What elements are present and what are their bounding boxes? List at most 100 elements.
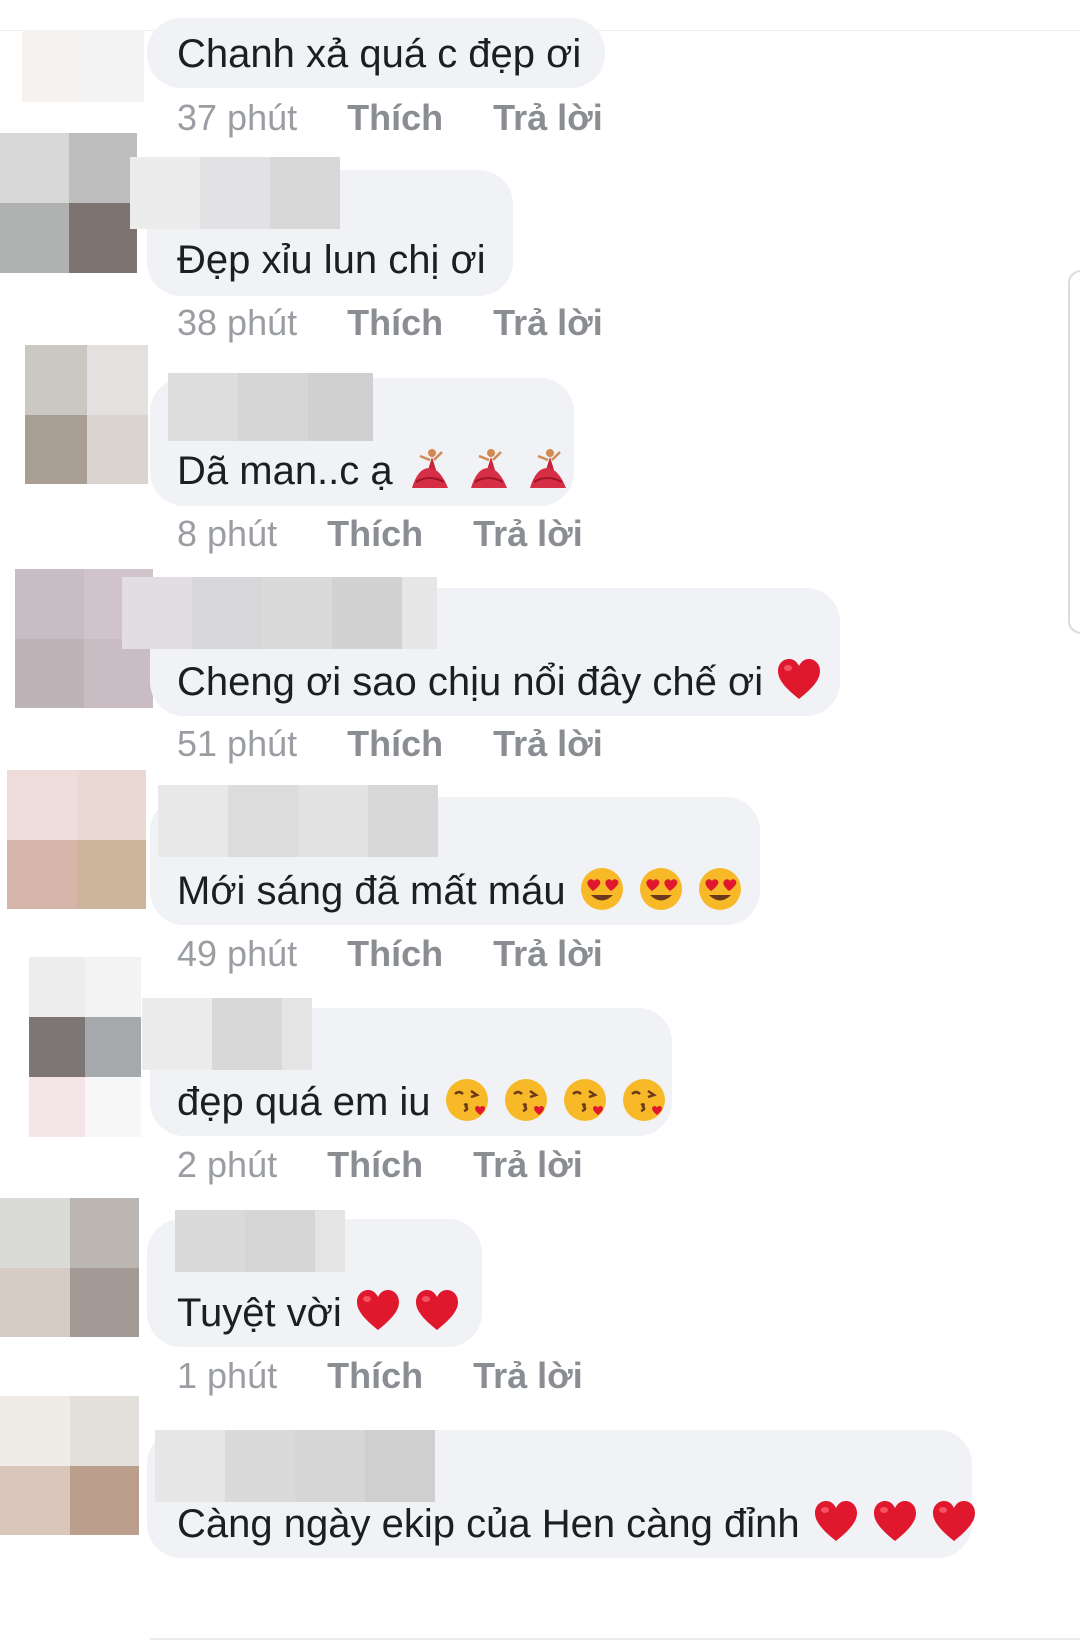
- avatar-pixel: [69, 1267, 139, 1337]
- name-pixel: [158, 785, 228, 857]
- like-button[interactable]: Thích: [347, 303, 443, 343]
- comment-time: 1 phút: [177, 1355, 278, 1396]
- avatar-pixel: [69, 1465, 139, 1535]
- author-name-blurred[interactable]: [122, 577, 437, 649]
- like-button[interactable]: Thích: [327, 514, 423, 554]
- reply-button[interactable]: Trả lời: [473, 514, 583, 554]
- heart-eyes-icon: [580, 868, 623, 910]
- author-name-blurred[interactable]: [158, 785, 438, 857]
- name-pixel: [168, 373, 238, 441]
- name-pixel: [298, 785, 368, 857]
- reply-button[interactable]: Trả lời: [473, 1145, 583, 1185]
- avatar-pixel: [0, 1465, 70, 1535]
- red-heart-icon: [778, 659, 821, 699]
- name-pixel: [192, 577, 262, 649]
- comment-actions: 38 phút Thích Trả lời: [177, 303, 603, 343]
- avatar-pixel: [0, 1198, 70, 1268]
- comment-time: 49 phút: [177, 933, 298, 974]
- name-pixel: [402, 577, 437, 649]
- reply-button[interactable]: Trả lời: [493, 934, 603, 974]
- comment-actions: 2 phút Thích Trả lời: [177, 1145, 583, 1185]
- comment-actions: 8 phút Thích Trả lời: [177, 514, 583, 554]
- red-heart-icon: [873, 1501, 916, 1541]
- name-pixel: [282, 998, 312, 1070]
- name-pixel: [262, 577, 332, 649]
- avatar[interactable]: [0, 133, 137, 273]
- avatar[interactable]: [7, 770, 146, 909]
- avatar-pixel: [7, 770, 77, 840]
- comment-actions: 51 phút Thích Trả lời: [177, 724, 603, 764]
- reply-button[interactable]: Trả lời: [473, 1356, 583, 1396]
- avatar-pixel: [85, 957, 141, 1017]
- avatar-pixel: [0, 1396, 70, 1466]
- name-pixel: [332, 577, 402, 649]
- avatar-pixel: [0, 1267, 70, 1337]
- author-name-blurred[interactable]: [175, 1210, 345, 1272]
- avatar-pixel: [69, 1396, 139, 1466]
- avatar[interactable]: [0, 1396, 139, 1535]
- kissing-heart-icon: [623, 1079, 666, 1121]
- author-name-blurred[interactable]: [142, 998, 312, 1070]
- avatar[interactable]: [25, 345, 148, 484]
- avatar-pixel: [85, 1017, 141, 1077]
- avatar-pixel: [29, 957, 85, 1017]
- red-heart-icon: [416, 1290, 459, 1330]
- avatar-pixel: [29, 1017, 85, 1077]
- comment-text: Đẹp xỉu lun chị ơi: [177, 238, 486, 282]
- reply-button[interactable]: Trả lời: [493, 303, 603, 343]
- avatar-pixel: [85, 1077, 141, 1137]
- dancer-icon: [470, 449, 507, 488]
- scroll-edge[interactable]: [1068, 270, 1080, 634]
- like-button[interactable]: Thích: [327, 1356, 423, 1396]
- author-name-blurred[interactable]: [155, 1430, 435, 1502]
- kissing-heart-icon: [504, 1079, 547, 1121]
- author-name-blurred[interactable]: [130, 157, 340, 229]
- avatar[interactable]: [22, 30, 144, 102]
- avatar-pixel: [15, 638, 84, 708]
- kissing-heart-icon: [563, 1079, 606, 1121]
- avatar[interactable]: [29, 957, 141, 1137]
- avatar-pixel: [86, 345, 148, 415]
- avatar-pixel: [83, 30, 144, 102]
- red-heart-icon: [814, 1501, 857, 1541]
- name-pixel: [175, 1210, 245, 1272]
- avatar-pixel: [15, 569, 84, 639]
- name-pixel: [155, 1430, 225, 1502]
- like-button[interactable]: Thích: [347, 724, 443, 764]
- author-name-blurred[interactable]: [168, 373, 373, 441]
- like-button[interactable]: Thích: [347, 934, 443, 974]
- comment-text: Mới sáng đã mất máu: [177, 866, 743, 915]
- kissing-heart-icon: [445, 1079, 488, 1121]
- avatar-pixel: [76, 770, 146, 840]
- like-button[interactable]: Thích: [327, 1145, 423, 1185]
- emoji-row: [393, 449, 570, 493]
- red-heart-icon: [933, 1501, 976, 1541]
- avatar-pixel: [69, 1198, 139, 1268]
- dancer-icon: [530, 449, 567, 488]
- name-pixel: [295, 1430, 365, 1502]
- reply-button[interactable]: Trả lời: [493, 724, 603, 764]
- name-pixel: [245, 1210, 315, 1272]
- emoji-row: [800, 1501, 977, 1546]
- avatar[interactable]: [0, 1198, 139, 1337]
- comment-text: Càng ngày ekip của Hen càng đỉnh: [177, 1499, 977, 1548]
- name-pixel: [122, 577, 192, 649]
- comment-actions: 37 phút Thích Trả lời: [177, 98, 603, 138]
- dancer-icon: [411, 449, 448, 488]
- avatar-pixel: [68, 133, 137, 203]
- emoji-row: [763, 659, 822, 704]
- comment-text: Cheng ơi sao chịu nổi đây chế ơi: [177, 657, 822, 706]
- name-pixel: [308, 373, 373, 441]
- name-pixel: [270, 157, 340, 229]
- emoji-row: [566, 868, 743, 913]
- comment-text: đẹp quá em iu: [177, 1077, 667, 1126]
- avatar-pixel: [29, 1077, 85, 1137]
- reply-button[interactable]: Trả lời: [493, 98, 603, 138]
- comment-time: 2 phút: [177, 1144, 278, 1185]
- comment-time: 37 phút: [177, 97, 298, 138]
- like-button[interactable]: Thích: [347, 98, 443, 138]
- comment-text: Chanh xả quá c đẹp ơi: [177, 32, 582, 76]
- name-pixel: [212, 998, 282, 1070]
- comment-time: 8 phút: [177, 513, 278, 554]
- name-pixel: [200, 157, 270, 229]
